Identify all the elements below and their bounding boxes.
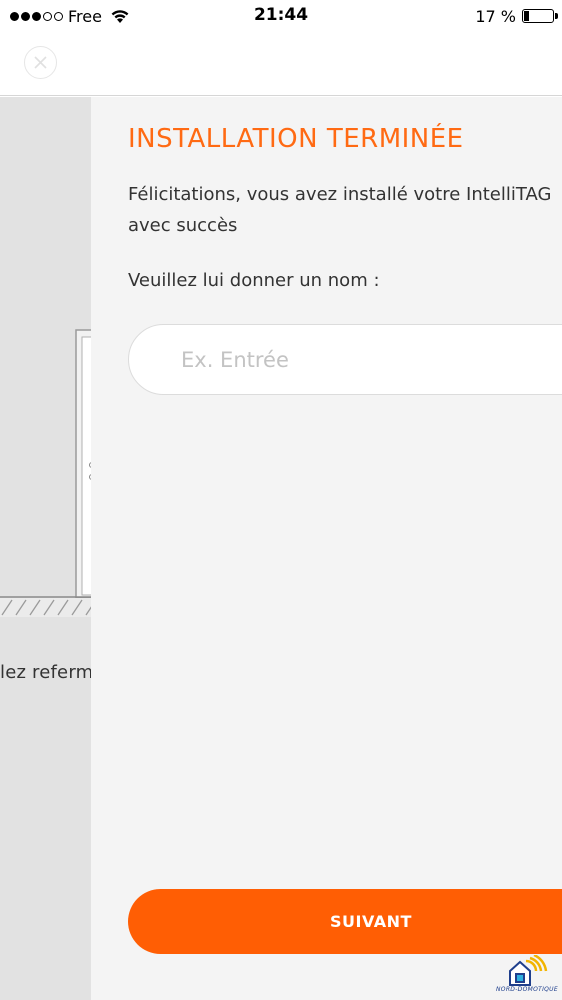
device-name-input[interactable]	[128, 324, 562, 395]
house-wifi-logo-icon	[509, 953, 548, 986]
battery-percent: 17 %	[475, 6, 516, 26]
watermark-logo: NORD-DOMOTIQUE	[496, 953, 558, 997]
installation-complete-panel: INSTALLATION TERMINÉE Félicitations, vou…	[91, 97, 562, 1000]
battery-icon	[522, 9, 558, 23]
close-icon	[34, 56, 47, 69]
success-message: Félicitations, vous avez installé votre …	[128, 184, 552, 236]
previous-step-view: lez referm	[0, 97, 100, 1000]
header	[0, 32, 562, 96]
page-title: INSTALLATION TERMINÉE	[128, 124, 464, 154]
screen: Free 21:44 17 % lez referm INSTALLATION …	[0, 0, 562, 1000]
name-prompt-label: Veuillez lui donner un nom :	[128, 270, 380, 291]
door-illustration	[0, 97, 100, 617]
next-button[interactable]: SUIVANT	[128, 889, 562, 954]
close-button[interactable]	[24, 46, 57, 79]
watermark-text: NORD-DOMOTIQUE	[496, 986, 558, 993]
previous-step-instruction: lez referm	[0, 662, 94, 683]
status-bar: Free 21:44 17 %	[0, 0, 562, 32]
battery-level	[524, 11, 529, 21]
status-right: 17 %	[475, 5, 558, 27]
